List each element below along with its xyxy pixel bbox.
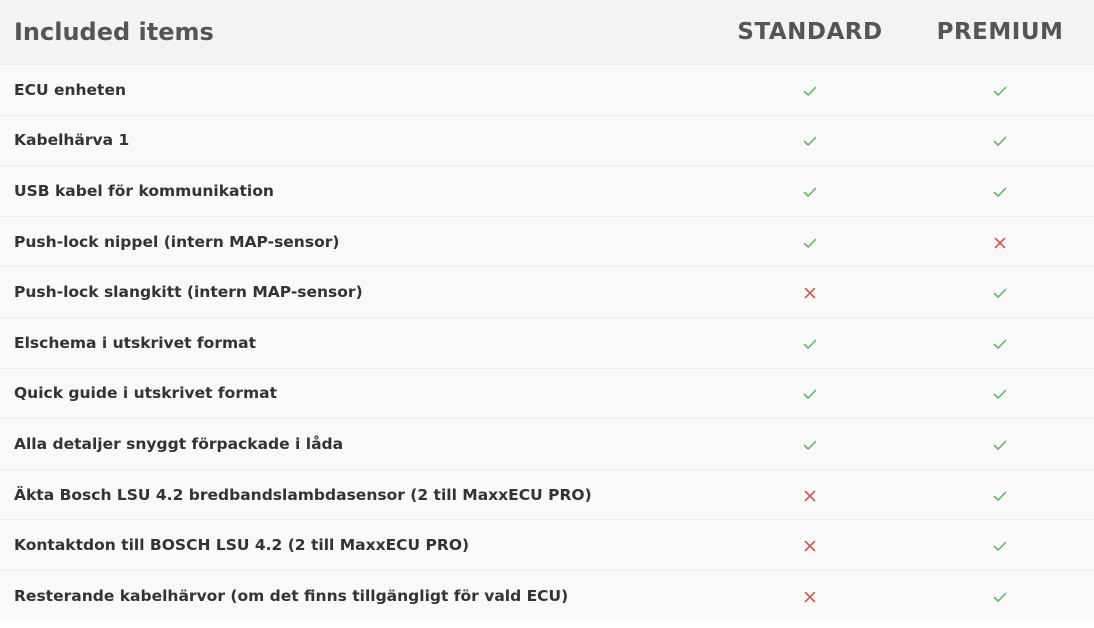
cross-icon xyxy=(992,235,1008,251)
standard-cell xyxy=(714,131,906,150)
premium-cell xyxy=(906,536,1094,555)
check-icon xyxy=(992,386,1008,402)
item-label: Quick guide i utskrivet format xyxy=(14,384,277,403)
premium-cell xyxy=(906,586,1094,605)
premium-cell xyxy=(906,80,1094,99)
table-row: Äkta Bosch LSU 4.2 bredbandslambdasensor… xyxy=(0,468,1094,520)
premium-cell xyxy=(906,485,1094,504)
premium-cell xyxy=(906,131,1094,150)
check-icon xyxy=(802,235,818,251)
table-row: Kontaktdon till BOSCH LSU 4.2 (2 till Ma… xyxy=(0,519,1094,570)
item-label: Resterande kabelhärvor (om det finns til… xyxy=(14,586,569,605)
premium-cell xyxy=(906,384,1094,403)
check-icon xyxy=(992,336,1008,352)
cross-icon xyxy=(802,589,818,605)
premium-cell xyxy=(906,333,1094,352)
cross-icon xyxy=(802,285,818,301)
plan-premium-header: PREMIUM xyxy=(936,19,1064,45)
check-icon xyxy=(802,133,818,149)
premium-cell xyxy=(906,283,1094,302)
check-icon xyxy=(802,336,818,352)
item-label: Äkta Bosch LSU 4.2 bredbandslambdasensor… xyxy=(14,485,592,504)
standard-cell xyxy=(714,434,906,453)
check-icon xyxy=(992,184,1008,200)
table-row: Kabelhärva 1 xyxy=(0,114,1094,166)
check-icon xyxy=(992,133,1008,149)
plan-standard-header: STANDARD xyxy=(737,19,883,45)
standard-cell xyxy=(714,80,906,99)
item-label: Alla detaljer snyggt förpackade i låda xyxy=(14,434,344,453)
table-title: Included items xyxy=(14,18,214,46)
check-icon xyxy=(992,83,1008,99)
standard-cell xyxy=(714,485,906,504)
item-label: Push-lock nippel (intern MAP-sensor) xyxy=(14,232,340,251)
table-row: Alla detaljer snyggt förpackade i låda xyxy=(0,418,1094,469)
cross-icon xyxy=(802,538,818,554)
table-header: Included items STANDARD PREMIUM xyxy=(0,0,1094,64)
table-row: USB kabel för kommunikation xyxy=(0,165,1094,216)
standard-cell xyxy=(714,586,906,605)
check-icon xyxy=(802,437,818,453)
cross-icon xyxy=(802,488,818,504)
check-icon xyxy=(992,538,1008,554)
premium-cell xyxy=(906,181,1094,200)
table-row: Elschema i utskrivet format xyxy=(0,316,1094,368)
standard-cell xyxy=(714,536,906,555)
item-label: Kontaktdon till BOSCH LSU 4.2 (2 till Ma… xyxy=(14,536,470,555)
table-row: Quick guide i utskrivet format xyxy=(0,367,1094,419)
check-icon xyxy=(802,386,818,402)
item-label: Push-lock slangkitt (intern MAP-sensor) xyxy=(14,283,363,302)
table-row: Push-lock nippel (intern MAP-sensor) xyxy=(0,215,1094,267)
premium-cell xyxy=(906,232,1094,251)
check-icon xyxy=(992,488,1008,504)
item-label: USB kabel för kommunikation xyxy=(14,181,274,200)
standard-cell xyxy=(714,232,906,251)
check-icon xyxy=(802,83,818,99)
comparison-table: Included items STANDARD PREMIUM ECU enhe… xyxy=(0,0,1094,621)
item-label: ECU enheten xyxy=(14,80,126,99)
table-row: ECU enheten xyxy=(0,64,1094,115)
item-label: Elschema i utskrivet format xyxy=(14,333,256,352)
check-icon xyxy=(992,437,1008,453)
check-icon xyxy=(992,589,1008,605)
standard-cell xyxy=(714,384,906,403)
table-row: Push-lock slangkitt (intern MAP-sensor) xyxy=(0,266,1094,317)
item-label: Kabelhärva 1 xyxy=(14,131,130,150)
premium-cell xyxy=(906,434,1094,453)
check-icon xyxy=(802,184,818,200)
table-row: Resterande kabelhärvor (om det finns til… xyxy=(0,569,1094,621)
standard-cell xyxy=(714,283,906,302)
standard-cell xyxy=(714,333,906,352)
check-icon xyxy=(992,285,1008,301)
standard-cell xyxy=(714,181,906,200)
